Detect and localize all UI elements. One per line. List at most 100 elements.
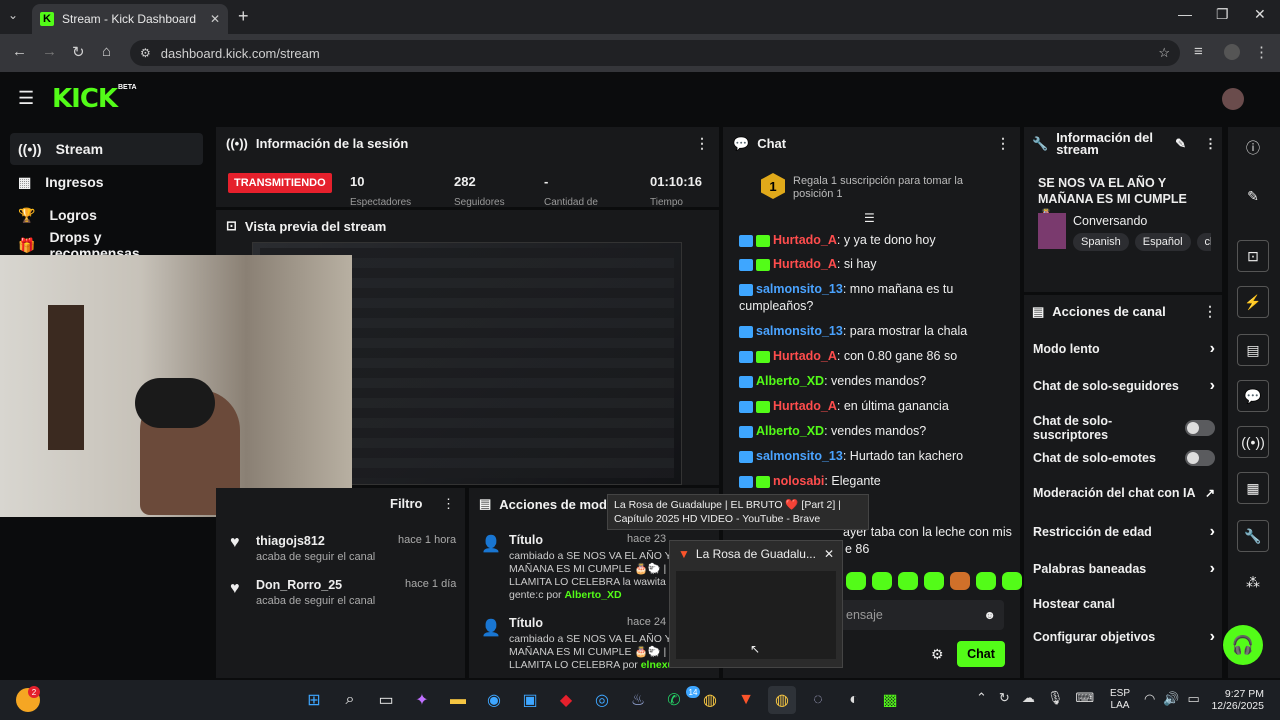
reload-icon[interactable]: ↻ <box>72 43 85 61</box>
app-icon[interactable]: ◌ <box>804 686 832 714</box>
emote-icon[interactable] <box>924 572 944 590</box>
tag-chip[interactable]: chi <box>1196 233 1211 251</box>
obs-icon[interactable]: ◐ <box>840 686 868 714</box>
share-icon[interactable]: ⁂ <box>1237 566 1269 598</box>
chat-icon[interactable]: 💬 <box>1237 380 1269 412</box>
channel-action-item[interactable]: Chat de solo-suscriptores <box>1033 414 1215 442</box>
channel-action-item[interactable]: Restricción de edad › <box>1033 523 1215 541</box>
store-icon[interactable]: ▣ <box>516 686 544 714</box>
emote-icon[interactable] <box>1002 572 1022 590</box>
notes-icon[interactable]: ▤ <box>1237 334 1269 366</box>
chat-username[interactable]: salmonsito_13 <box>756 324 843 338</box>
more-icon[interactable]: ⋮ <box>695 135 709 152</box>
edge-icon[interactable]: ◉ <box>480 686 508 714</box>
tab-close-icon[interactable]: ✕ <box>210 12 220 26</box>
chat-username[interactable]: Hurtado_A <box>773 399 837 413</box>
edit-pencil-icon[interactable]: ✎ <box>1175 136 1186 152</box>
chat-settings-icon[interactable]: ⚙ <box>931 646 944 663</box>
new-tab-icon[interactable]: + <box>238 6 249 27</box>
app-icon[interactable]: ◆ <box>552 686 580 714</box>
channel-action-item[interactable]: Modo lento › <box>1033 340 1215 358</box>
focus-icon[interactable]: ⊡ <box>1237 240 1269 272</box>
tray-app-icon[interactable]: ↻ <box>999 690 1010 706</box>
info-icon[interactable]: ⓘ <box>1237 132 1269 164</box>
channel-action-item[interactable]: Configurar objetivos › <box>1033 628 1215 646</box>
browser-menu-icon[interactable]: ⋮ <box>1254 43 1269 61</box>
emote-icon[interactable] <box>950 572 970 590</box>
follower-name[interactable]: thiagojs812 <box>256 534 325 548</box>
emote-icon[interactable] <box>976 572 996 590</box>
mod-action-user[interactable]: Alberto_XD <box>564 589 621 601</box>
profile-avatar[interactable] <box>1224 44 1240 60</box>
chrome-icon[interactable]: ◍ <box>696 686 724 714</box>
mic-icon[interactable]: 🎙 <box>1047 690 1064 706</box>
follower-name[interactable]: Don_Rorro_25 <box>256 578 342 592</box>
sidebar-item-ingresos[interactable]: ▦ Ingresos <box>10 166 203 198</box>
chat-username[interactable]: nolosabi <box>773 474 824 488</box>
chrome-active-icon[interactable]: ◍ <box>768 686 796 714</box>
edit-icon[interactable]: ✎ <box>1237 180 1269 212</box>
more-icon[interactable]: ⋮ <box>442 496 455 512</box>
emote-icon[interactable] <box>846 572 866 590</box>
channel-action-item[interactable]: Chat de solo-emotes <box>1033 450 1215 466</box>
broadcast-icon[interactable]: ((•)) <box>1237 426 1269 458</box>
forward-icon[interactable]: → <box>42 43 57 60</box>
channel-action-item[interactable]: Hostear canal <box>1033 597 1215 611</box>
chat-username[interactable]: Hurtado_A <box>773 233 837 247</box>
sidebar-item-logros[interactable]: 🏆 Logros <box>10 199 203 231</box>
more-icon[interactable]: ⋮ <box>1203 303 1217 320</box>
chat-username[interactable]: salmonsito_13 <box>756 282 843 296</box>
site-info-icon[interactable]: ⚙ <box>140 46 151 60</box>
windows-start-icon[interactable]: ⊞ <box>300 686 328 714</box>
chat-username[interactable]: salmonsito_13 <box>756 449 843 463</box>
chat-username[interactable]: Alberto_XD <box>756 374 824 388</box>
channel-action-item[interactable]: Chat de solo-seguidores › <box>1033 377 1215 395</box>
toggle-switch[interactable] <box>1185 450 1215 466</box>
minimize-icon[interactable]: — <box>1178 6 1192 22</box>
user-avatar[interactable] <box>1222 88 1244 110</box>
channel-action-item[interactable]: Moderación del chat con IA ↗ <box>1033 486 1215 500</box>
category-thumbnail[interactable] <box>1038 213 1066 249</box>
quick-settings[interactable]: ◠ 🔊 ▭ <box>1144 691 1200 707</box>
clock[interactable]: 9:27 PM 12/26/2025 <box>1208 688 1264 712</box>
emoji-icon[interactable]: ☻ <box>983 608 996 622</box>
bookmark-star-icon[interactable]: ☆ <box>1158 45 1170 61</box>
wrench-icon[interactable]: 🔧 <box>1237 520 1269 552</box>
kick-app-icon[interactable]: ▩ <box>876 686 904 714</box>
steam-icon[interactable]: ♨ <box>624 686 652 714</box>
app-icon[interactable]: ◎ <box>588 686 616 714</box>
file-explorer-icon[interactable]: ▬ <box>444 686 472 714</box>
task-view-icon[interactable]: ▭ <box>372 686 400 714</box>
whatsapp-icon[interactable]: ✆ <box>660 686 688 714</box>
window-close-icon[interactable]: ✕ <box>1254 6 1266 23</box>
browser-tab[interactable]: K Stream - Kick Dashboard ✕ <box>32 4 228 34</box>
media-icon[interactable]: ≡ <box>1194 43 1203 60</box>
sidebar-item-stream[interactable]: ((•)) Stream <box>10 133 203 165</box>
back-icon[interactable]: ← <box>12 43 27 60</box>
search-icon[interactable]: ⌕ <box>336 686 364 714</box>
chat-username[interactable]: Hurtado_A <box>773 257 837 271</box>
tray-chevron-icon[interactable]: ⌃ <box>976 690 987 706</box>
popup-close-icon[interactable]: ✕ <box>824 547 834 561</box>
emote-icon[interactable] <box>898 572 918 590</box>
chat-username[interactable]: Hurtado_A <box>773 349 837 363</box>
layout-icon[interactable]: ▦ <box>1237 472 1269 504</box>
brave-icon[interactable]: ▼ <box>732 686 760 714</box>
toggle-switch[interactable] <box>1185 420 1215 436</box>
tray-cloud-icon[interactable]: ☁ <box>1022 690 1035 706</box>
lightning-icon[interactable]: ⚡ <box>1237 286 1269 318</box>
url-field[interactable]: ⚙ dashboard.kick.com/stream ☆ <box>130 40 1180 66</box>
chat-send-button[interactable]: Chat <box>957 641 1005 667</box>
kick-logo[interactable]: KICK <box>52 84 118 114</box>
chat-username[interactable]: Alberto_XD <box>756 424 824 438</box>
hamburger-menu-icon[interactable]: ☰ <box>18 88 34 109</box>
filter-tab[interactable]: Filtro <box>390 496 423 511</box>
home-icon[interactable]: ⌂ <box>102 43 111 60</box>
category-name[interactable]: Conversando <box>1073 214 1147 228</box>
tab-list-chevron-icon[interactable]: ⌄ <box>8 8 18 22</box>
tag-chip[interactable]: Español <box>1134 233 1191 251</box>
more-icon[interactable]: ⋮ <box>1204 136 1217 152</box>
channel-action-item[interactable]: Palabras baneadas › <box>1033 560 1215 578</box>
tag-chip[interactable]: Spanish <box>1073 233 1129 251</box>
copilot-icon[interactable]: ✦ <box>408 686 436 714</box>
